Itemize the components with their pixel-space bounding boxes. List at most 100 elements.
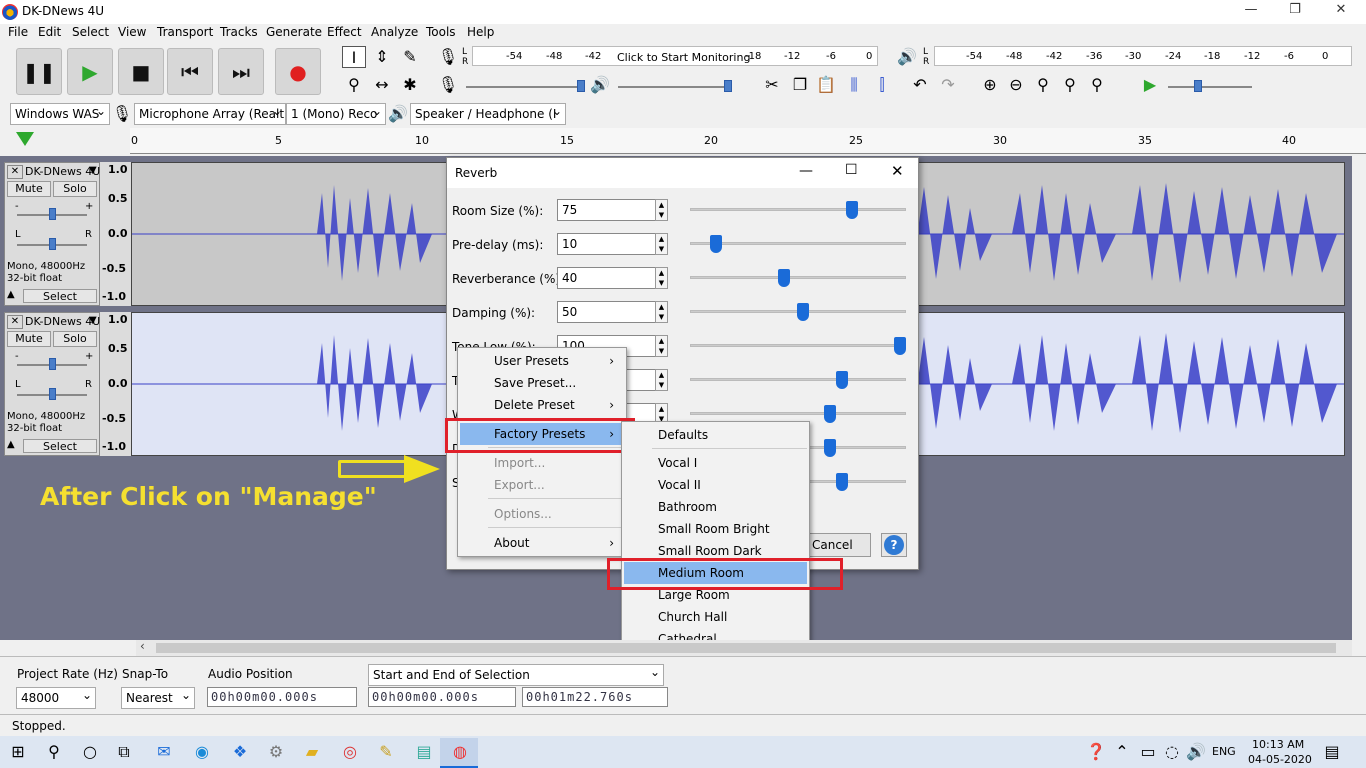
reverberance-input[interactable]: 40 — [557, 267, 657, 289]
selection-end-field[interactable]: 00h01m22.760s — [522, 687, 668, 707]
menu-user-presets[interactable]: User Presets › — [460, 350, 624, 372]
clock-time[interactable]: 10:13 AM — [1252, 738, 1304, 751]
dropbox-icon[interactable]: ❖ — [228, 741, 252, 763]
stereo-width-thumb[interactable] — [835, 473, 848, 491]
audacity-icon[interactable]: ◍ — [448, 741, 472, 763]
menu-effect[interactable]: Effect — [327, 25, 362, 39]
click-to-start-monitoring[interactable]: Click to Start Monitoring — [617, 51, 750, 64]
search-icon[interactable]: ⚲ — [42, 741, 66, 763]
chrome-icon[interactable]: ◎ — [338, 741, 362, 763]
preset-vocal-1[interactable]: Vocal I — [624, 452, 807, 474]
reverberance-thumb[interactable] — [777, 269, 790, 287]
menu-about[interactable]: About › — [460, 532, 624, 554]
close-icon[interactable]: ✕ — [1318, 2, 1364, 22]
input-volume-slider[interactable] — [466, 86, 582, 88]
file-explorer-icon[interactable]: ▰ — [300, 741, 324, 763]
select-button[interactable]: Select — [23, 439, 97, 453]
tone-low-spin[interactable]: ▲ ▼ — [655, 335, 668, 357]
skip-end-button[interactable]: ⏭ — [218, 48, 264, 95]
play-speed-slider[interactable] — [1168, 86, 1252, 88]
damping-spin[interactable]: ▲ ▼ — [655, 301, 668, 323]
pre-delay-slider[interactable] — [690, 242, 906, 245]
app-icon[interactable]: ✎ — [374, 741, 398, 763]
track-close-icon[interactable]: ✕ — [7, 315, 23, 329]
recording-channels-select[interactable]: 1 (Mono) Reco — [286, 103, 386, 125]
cut-icon[interactable]: ✂ — [760, 74, 784, 96]
pre-delay-spin[interactable]: ▲ ▼ — [655, 233, 668, 255]
wet-gain-thumb[interactable] — [824, 405, 837, 423]
menu-tracks[interactable]: Tracks — [220, 25, 258, 39]
gain-thumb[interactable] — [49, 208, 56, 220]
track-menu-icon[interactable]: ▼ — [89, 165, 97, 176]
pause-button[interactable]: ❚❚ — [16, 48, 62, 95]
audio-host-select[interactable]: Windows WAS — [10, 103, 110, 125]
wet-gain-slider[interactable] — [690, 412, 906, 415]
pre-delay-input[interactable]: 10 — [557, 233, 657, 255]
room-size-input[interactable]: 75 — [557, 199, 657, 221]
damping-thumb[interactable] — [797, 303, 809, 321]
restore-icon[interactable]: ❐ — [1272, 2, 1318, 22]
dialog-minimize-icon[interactable]: — — [799, 163, 813, 179]
clock-date[interactable]: 04-05-2020 — [1248, 753, 1312, 766]
preset-vocal-2[interactable]: Vocal II — [624, 474, 807, 496]
tone-high-thumb[interactable] — [835, 371, 848, 389]
battery-icon[interactable]: ▭ — [1136, 741, 1160, 763]
redo-icon[interactable]: ↷ — [936, 74, 960, 96]
help-button[interactable]: ? — [881, 533, 907, 557]
minimize-icon[interactable]: — — [1228, 2, 1274, 22]
room-size-thumb[interactable] — [845, 201, 858, 219]
zoom-out-icon[interactable]: ⊖ — [1004, 74, 1028, 96]
menu-help[interactable]: Help — [467, 25, 494, 39]
selection-start-field[interactable]: 00h00m00.000s — [368, 687, 516, 707]
preset-bathroom[interactable]: Bathroom — [624, 496, 807, 518]
envelope-tool-icon[interactable]: ⇕ — [370, 46, 394, 68]
preset-church-hall[interactable]: Church Hall — [624, 606, 807, 628]
pan-thumb[interactable] — [49, 238, 56, 250]
menu-delete-preset[interactable]: Delete Preset › — [460, 394, 624, 416]
horizontal-scrollbar[interactable]: ‹ — [136, 639, 1352, 656]
damping-input[interactable]: 50 — [557, 301, 657, 323]
collapse-icon[interactable]: ▲ — [7, 289, 15, 300]
menu-select[interactable]: Select — [72, 25, 109, 39]
notepad-icon[interactable]: ▤ — [412, 741, 436, 763]
zoom-in-icon[interactable]: ⊕ — [978, 74, 1002, 96]
tone-low-thumb[interactable] — [894, 337, 906, 355]
play-at-speed-icon[interactable]: ▶ — [1138, 74, 1162, 96]
dialog-maximize-icon[interactable]: ☐ — [845, 162, 858, 178]
mute-button[interactable]: Mute — [7, 181, 51, 197]
notifications-icon[interactable]: ▤ — [1320, 741, 1344, 763]
menu-edit[interactable]: Edit — [38, 25, 61, 39]
output-volume-slider[interactable] — [618, 86, 730, 88]
settings-gear-icon[interactable]: ⚙ — [264, 741, 288, 763]
reverberance-slider[interactable] — [690, 276, 906, 279]
tone-high-spin[interactable]: ▲ ▼ — [655, 369, 668, 391]
room-size-spin[interactable]: ▲ ▼ — [655, 199, 668, 221]
mail-icon[interactable]: ✉ — [152, 741, 176, 763]
fit-project-icon[interactable]: ⚲ — [1058, 74, 1082, 96]
mute-button[interactable]: Mute — [7, 331, 51, 347]
collapse-icon[interactable]: ▲ — [7, 439, 15, 450]
windows-start-icon[interactable]: ⊞ — [6, 741, 30, 763]
task-view-icon[interactable]: ⧉ — [112, 741, 136, 763]
menu-save-preset[interactable]: Save Preset... — [460, 372, 624, 394]
record-button[interactable]: ● — [275, 48, 321, 95]
undo-icon[interactable]: ↶ — [908, 74, 932, 96]
scroll-thumb[interactable] — [156, 643, 1336, 653]
selection-tool-icon[interactable]: I — [342, 46, 366, 68]
pan-thumb[interactable] — [49, 388, 56, 400]
menu-file[interactable]: File — [8, 25, 28, 39]
fit-selection-icon[interactable]: ⚲ — [1031, 74, 1055, 96]
dialog-close-icon[interactable]: ✕ — [891, 162, 904, 180]
record-meter-mic-icon[interactable]: 🎙 — [436, 46, 460, 68]
menu-transport[interactable]: Transport — [157, 25, 213, 39]
gain-thumb[interactable] — [49, 358, 56, 370]
show-hidden-icons[interactable]: ⌃ — [1110, 741, 1134, 763]
paste-icon[interactable]: 📋 — [814, 74, 838, 96]
dry-gain-thumb[interactable] — [824, 439, 837, 457]
vertical-scrollbar[interactable] — [1352, 156, 1366, 640]
preset-defaults[interactable]: Defaults — [624, 424, 807, 446]
menu-generate[interactable]: Generate — [266, 25, 322, 39]
menu-view[interactable]: View — [118, 25, 146, 39]
menu-analyze[interactable]: Analyze — [371, 25, 418, 39]
edge-icon[interactable]: ◉ — [190, 741, 214, 763]
